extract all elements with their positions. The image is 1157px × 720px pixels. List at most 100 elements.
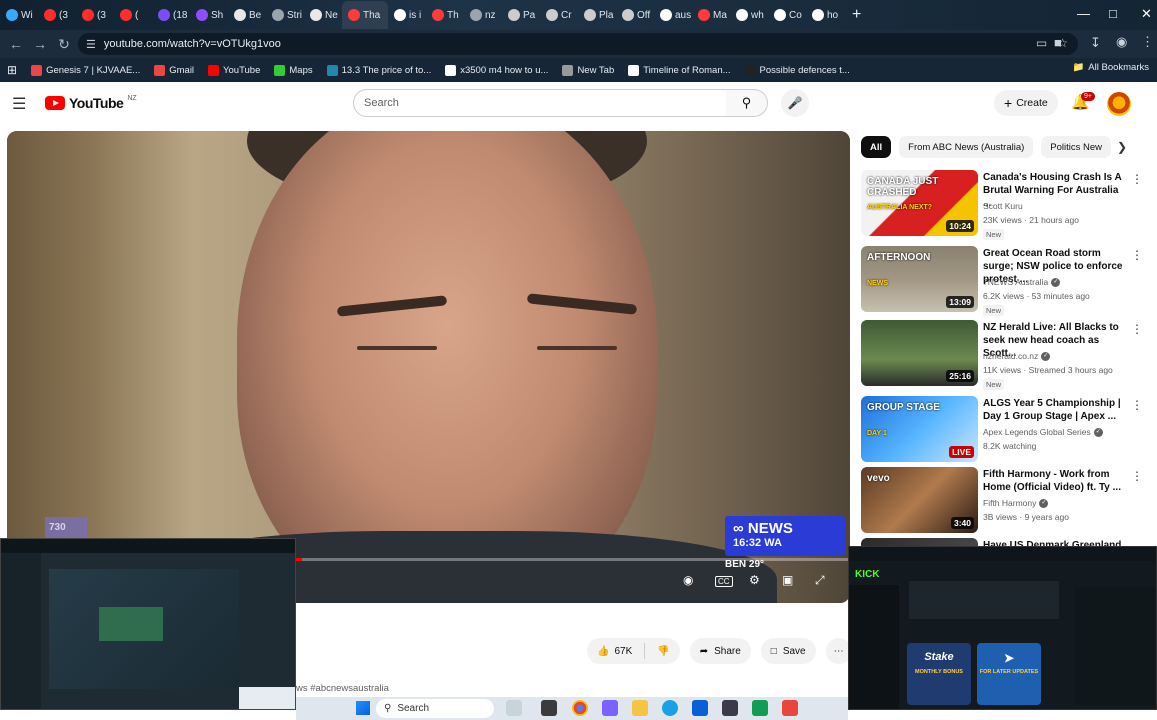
- browser-tab[interactable]: Th: [426, 1, 464, 29]
- widgets-icon[interactable]: [506, 700, 522, 716]
- settings-gear-icon[interactable]: ⚙: [749, 573, 760, 587]
- minimize-icon[interactable]: —: [1077, 6, 1090, 21]
- autoplay-toggle-icon[interactable]: ◉: [683, 573, 693, 587]
- browser-tab[interactable]: Tha: [342, 1, 388, 29]
- recommendation-title[interactable]: Fifth Harmony - Work from Home (Official…: [983, 468, 1123, 494]
- overlay-window-left[interactable]: [0, 538, 296, 710]
- bookmark-item[interactable]: Genesis 7 | KJVAAE...: [24, 64, 147, 76]
- search-button[interactable]: ⚲: [726, 89, 768, 117]
- maximize-icon[interactable]: □: [1109, 6, 1117, 21]
- recommendation-item[interactable]: GROUP STAGE DAY 1 LIVE ALGS Year 5 Champion…: [861, 396, 1151, 462]
- video-player[interactable]: 730 ∞ NEWS 16:32 WA BEN 29° ◉ CC ⚙ ▣ ⤢: [7, 131, 850, 603]
- taskbar-search[interactable]: ⚲ Search: [376, 699, 494, 718]
- recommendation-channel[interactable]: Scott Kuru: [983, 201, 1023, 211]
- task-view-icon[interactable]: [541, 700, 557, 716]
- bookmark-item[interactable]: New Tab: [555, 64, 621, 76]
- browser-tab[interactable]: (3: [76, 1, 114, 29]
- browser-tab[interactable]: is i: [388, 1, 426, 29]
- browser-tab[interactable]: (18: [152, 1, 190, 29]
- more-options-icon[interactable]: ⋮: [1131, 398, 1143, 412]
- overlay-window-right[interactable]: KICK Stake MONTHLY BONUS ➤ FOR LATER UPD…: [848, 546, 1157, 710]
- browser-tab[interactable]: Ma: [692, 1, 730, 29]
- video-thumbnail[interactable]: vevo 3:40: [861, 467, 978, 533]
- browser-tab[interactable]: Wi: [0, 1, 38, 29]
- hamburger-menu-icon[interactable]: ☰: [12, 94, 26, 114]
- file-explorer-icon[interactable]: [632, 700, 648, 716]
- forward-icon[interactable]: →: [28, 36, 52, 52]
- chrome-icon[interactable]: [572, 700, 588, 716]
- browser-tab[interactable]: Off: [616, 1, 654, 29]
- browser-tab[interactable]: Pa: [502, 1, 540, 29]
- filter-chip[interactable]: All: [861, 136, 892, 158]
- share-button[interactable]: ➦ Share: [689, 638, 751, 664]
- app-icon[interactable]: [752, 700, 768, 716]
- recommendation-item[interactable]: 25:16 NZ Herald Live: All Blacks to seek …: [861, 320, 1151, 390]
- browser-tab[interactable]: wh: [730, 1, 768, 29]
- browser-tab[interactable]: Be: [228, 1, 266, 29]
- dislike-button[interactable]: 👎: [657, 646, 679, 657]
- browser-tab[interactable]: Stri: [266, 1, 304, 29]
- app-icon[interactable]: [782, 700, 798, 716]
- recommendation-channel[interactable]: Fifth Harmony ✓: [983, 498, 1049, 509]
- edge-icon[interactable]: [662, 700, 678, 716]
- bookmark-item[interactable]: Possible defences t...: [738, 64, 857, 76]
- calculator-icon[interactable]: [722, 700, 738, 716]
- profile-icon[interactable]: ◉: [1116, 34, 1127, 50]
- browser-tab[interactable]: Co: [768, 1, 806, 29]
- like-button[interactable]: 👍 67K: [597, 646, 632, 657]
- close-window-icon[interactable]: ✕: [1141, 6, 1152, 22]
- reload-icon[interactable]: ↻: [52, 36, 76, 53]
- recommendation-channel[interactable]: 7NEWS Australia ✓: [983, 277, 1061, 288]
- recommendation-item[interactable]: AFTERNOON NEWS 13:09 Great Ocean Road storm…: [861, 246, 1151, 316]
- more-options-icon[interactable]: ⋮: [1131, 322, 1143, 336]
- bookmark-item[interactable]: Gmail: [147, 64, 201, 76]
- address-bar[interactable]: ☰ youtube.com/watch?v=vOTUkg1voo ▭ ☆: [78, 33, 1078, 55]
- back-icon[interactable]: ←: [4, 36, 28, 52]
- description-hashtags[interactable]: ws #abcnewsaustralia: [296, 683, 389, 694]
- save-button[interactable]: □ Save: [760, 638, 816, 664]
- apps-icon[interactable]: ⊞: [0, 63, 24, 77]
- downloads-icon[interactable]: ↧: [1090, 35, 1101, 51]
- browser-tab[interactable]: Sh: [190, 1, 228, 29]
- browser-tab[interactable]: nz: [464, 1, 502, 29]
- site-info-icon[interactable]: ☰: [86, 38, 96, 51]
- chevron-right-icon[interactable]: ❯: [1117, 140, 1127, 154]
- bookmark-item[interactable]: Maps: [267, 64, 319, 76]
- bookmark-item[interactable]: YouTube: [201, 64, 267, 76]
- all-bookmarks-button[interactable]: 📁 All Bookmarks: [1072, 62, 1149, 73]
- miniplayer-icon[interactable]: ▣: [782, 573, 793, 587]
- install-icon[interactable]: ▭: [1036, 36, 1047, 50]
- browser-tab[interactable]: ho: [806, 1, 844, 29]
- browser-tab[interactable]: Cr: [540, 1, 578, 29]
- filter-chip[interactable]: From ABC News (Australia): [899, 136, 1034, 158]
- recommendation-item[interactable]: CANADA JUST CRASHED AUSTRALIA NEXT? 10:24 C…: [861, 170, 1151, 240]
- browser-tab[interactable]: (3: [38, 1, 76, 29]
- browser-tab[interactable]: Pla: [578, 1, 616, 29]
- new-tab-icon[interactable]: +: [852, 6, 861, 24]
- extensions-icon[interactable]: ■: [1054, 35, 1062, 50]
- windows-start-icon[interactable]: [356, 701, 370, 715]
- filter-chip[interactable]: Politics New: [1041, 136, 1112, 158]
- recommendation-channel[interactable]: nzherald.co.nz ✓: [983, 351, 1051, 362]
- more-options-icon[interactable]: ⋮: [1131, 172, 1143, 186]
- app-icon[interactable]: [602, 700, 618, 716]
- youtube-logo[interactable]: YouTube NZ: [45, 95, 137, 111]
- video-thumbnail[interactable]: [861, 538, 978, 546]
- bookmark-item[interactable]: x3500 m4 how to u...: [438, 64, 555, 76]
- create-button[interactable]: + Create: [994, 90, 1058, 116]
- voice-search-button[interactable]: 🎤: [781, 89, 809, 117]
- recommendation-title[interactable]: ALGS Year 5 Championship | Day 1 Group S…: [983, 397, 1123, 423]
- outlook-icon[interactable]: [692, 700, 708, 716]
- recommendation-title[interactable]: Have US Denmark Greenland: [983, 539, 1123, 546]
- video-thumbnail[interactable]: GROUP STAGE DAY 1 LIVE: [861, 396, 978, 462]
- browser-tab[interactable]: aus: [654, 1, 692, 29]
- recommendation-channel[interactable]: Apex Legends Global Series ✓: [983, 427, 1103, 438]
- video-thumbnail[interactable]: CANADA JUST CRASHED AUSTRALIA NEXT? 10:24: [861, 170, 978, 236]
- captions-icon[interactable]: CC: [715, 576, 733, 587]
- user-avatar[interactable]: [1107, 92, 1131, 116]
- browser-tab[interactable]: Ne: [304, 1, 342, 29]
- search-input[interactable]: [364, 97, 704, 109]
- recommendation-item[interactable]: Have US Denmark Greenland: [861, 538, 1151, 546]
- recommendation-item[interactable]: vevo 3:40 Fifth Harmony - Work from Home (…: [861, 467, 1151, 533]
- bookmark-item[interactable]: 13.3 The price of to...: [320, 64, 439, 76]
